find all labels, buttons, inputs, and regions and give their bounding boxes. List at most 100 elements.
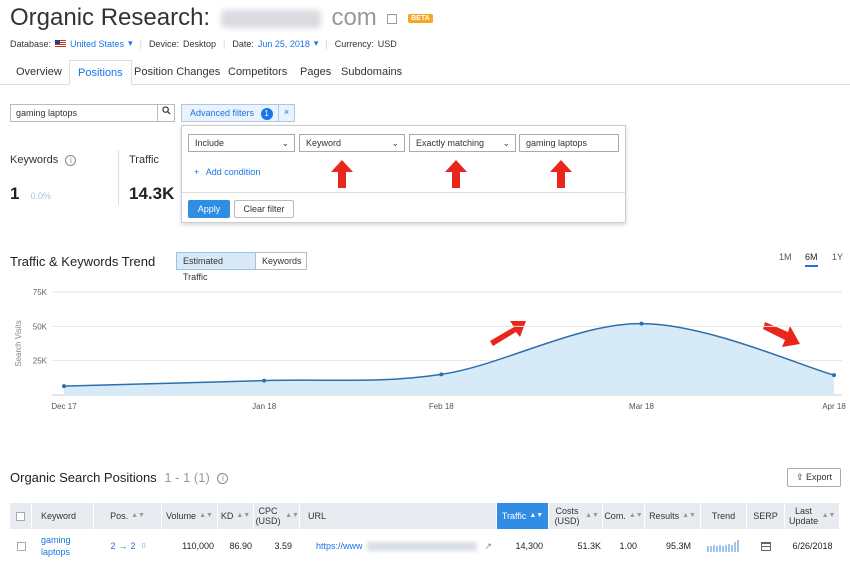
chevron-down-icon[interactable]: ▾ <box>314 38 319 49</box>
trend-cell <box>701 531 747 561</box>
select-all-checkbox-header[interactable] <box>10 503 32 529</box>
range-1y[interactable]: 1Y <box>832 252 843 262</box>
external-link-icon[interactable] <box>387 13 398 24</box>
apply-button[interactable]: Apply <box>188 200 230 218</box>
col-com[interactable]: Com. ▲▼ <box>603 503 645 529</box>
url-cell: https://www ↗ <box>300 531 497 561</box>
x-tick-label: Feb 18 <box>429 402 454 411</box>
kd-cell: 86.90 <box>229 541 252 551</box>
col-results-label: Results <box>649 511 680 521</box>
last-update-cell: 6/26/2018 <box>792 541 833 551</box>
keywords-value: 1 <box>10 184 20 203</box>
checkbox[interactable] <box>16 511 25 521</box>
col-keyword[interactable]: Keyword <box>32 503 94 529</box>
divider <box>118 150 119 205</box>
data-point <box>832 373 836 378</box>
y-tick-label: 75K <box>33 288 48 297</box>
traffic-kpi-label: Traffic <box>129 154 159 166</box>
tab-overview[interactable]: Overview <box>8 60 70 85</box>
divider: | <box>222 38 226 49</box>
field-select[interactable]: Keyword ⌄ <box>299 134 405 152</box>
col-last-update[interactable]: Last Update ▲▼ <box>785 503 840 529</box>
col-traffic[interactable]: Traffic ▲▼ <box>497 503 549 529</box>
x-tick-label: Apr 18 <box>822 402 846 411</box>
keyword-link[interactable]: gaming laptops <box>32 531 82 561</box>
external-link-icon[interactable]: ↗ <box>485 541 493 552</box>
include-select[interactable]: Include ⌄ <box>188 134 295 152</box>
positions-range: 1 - 1 (1) <box>164 470 210 485</box>
col-results[interactable]: Results ▲▼ <box>645 503 701 529</box>
info-icon[interactable]: i <box>65 154 77 166</box>
serp-icon[interactable] <box>761 541 771 551</box>
divider: | <box>139 38 142 49</box>
tab-subdomains[interactable]: Subdomains <box>333 60 410 85</box>
blurred-url <box>366 541 477 551</box>
date-label: Date: <box>232 38 254 49</box>
row-checkbox[interactable] <box>16 541 26 551</box>
data-point <box>639 321 644 326</box>
divider <box>182 192 625 193</box>
chevron-down-icon: ⌄ <box>502 138 510 148</box>
page-title: Organic Research: com BETA <box>10 4 433 32</box>
clear-filter-button[interactable]: Clear filter <box>234 200 294 218</box>
tab-positions[interactable]: Positions <box>69 60 132 85</box>
field-select-value: Keyword <box>306 138 342 148</box>
close-icon[interactable]: × <box>278 104 294 122</box>
estimated-traffic-toggle[interactable]: Estimated Traffic <box>176 252 256 282</box>
col-position-label: Pos. <box>110 511 129 521</box>
match-select[interactable]: Exactly matching ⌄ <box>409 134 516 152</box>
plus-icon: + <box>194 167 200 177</box>
include-select-value: Include <box>195 138 225 148</box>
position-to: 2 <box>130 541 136 551</box>
filter-count-badge: 1 <box>260 108 273 120</box>
col-trend: Trend <box>701 503 747 529</box>
chevron-down-icon[interactable]: ▾ <box>128 38 133 49</box>
traffic-value: 14.3K <box>129 184 175 203</box>
search-button[interactable] <box>157 104 175 122</box>
filter-value-input[interactable]: gaming laptops <box>519 134 619 152</box>
col-cpc[interactable]: CPC (USD) ▲▼ <box>254 503 300 529</box>
col-kd[interactable]: KD ▲▼ <box>218 503 254 529</box>
traffic-cell: 14,300 <box>515 541 543 551</box>
range-1m[interactable]: 1M <box>779 252 792 262</box>
traffic-label: Traffic <box>129 154 159 166</box>
keywords-toggle[interactable]: Keywords <box>255 252 307 270</box>
keywords-change: 0.0% <box>30 191 52 201</box>
sort-icon: ▲▼ <box>285 512 299 519</box>
data-point <box>62 384 66 389</box>
advanced-filters-button[interactable]: Advanced filters 1 × <box>181 104 295 122</box>
domain-suffix: com <box>331 4 377 31</box>
tab-position-changes[interactable]: Position Changes <box>126 60 228 85</box>
info-icon[interactable]: i <box>217 473 229 485</box>
volume-cell: 110,000 <box>182 541 214 551</box>
range-6m[interactable]: 6M <box>805 252 818 267</box>
beta-badge: BETA <box>408 14 433 24</box>
col-costs-label: Costs (USD) <box>554 506 580 526</box>
sort-icon: ▲▼ <box>821 512 836 519</box>
col-traffic-label: Traffic <box>501 511 527 521</box>
url-link[interactable]: https://www <box>316 541 363 551</box>
x-tick-label: Dec 17 <box>51 402 77 411</box>
keywords-kpi: 1 0.0% <box>10 184 51 204</box>
col-kd-label: KD <box>220 511 234 521</box>
sort-icon: ▲▼ <box>236 512 251 519</box>
col-costs[interactable]: Costs (USD) ▲▼ <box>549 503 603 529</box>
add-condition-link[interactable]: + Add condition <box>194 167 260 177</box>
add-condition-label: Add condition <box>205 167 261 177</box>
x-tick-label: Jan 18 <box>252 402 277 411</box>
col-url[interactable]: URL <box>300 503 497 529</box>
chevron-down-icon: ⌄ <box>391 138 399 148</box>
col-volume[interactable]: Volume ▲▼ <box>162 503 218 529</box>
keywords-label: Keywords <box>10 154 59 166</box>
tab-competitors[interactable]: Competitors <box>220 60 295 85</box>
database-selector[interactable]: United States <box>70 39 124 49</box>
col-position[interactable]: Pos. ▲▼ <box>94 503 162 529</box>
arrow-right-icon: → <box>118 541 128 551</box>
sort-icon: ▲▼ <box>628 512 643 519</box>
export-button[interactable]: ⇪ Export <box>787 468 841 487</box>
keyword-search-input[interactable]: gaming laptops <box>10 104 158 122</box>
x-tick-label: Mar 18 <box>629 402 654 411</box>
search-icon <box>161 106 171 115</box>
keywords-kpi-label: Keywords i <box>10 154 77 166</box>
date-selector[interactable]: Jun 25, 2018 <box>258 39 310 49</box>
